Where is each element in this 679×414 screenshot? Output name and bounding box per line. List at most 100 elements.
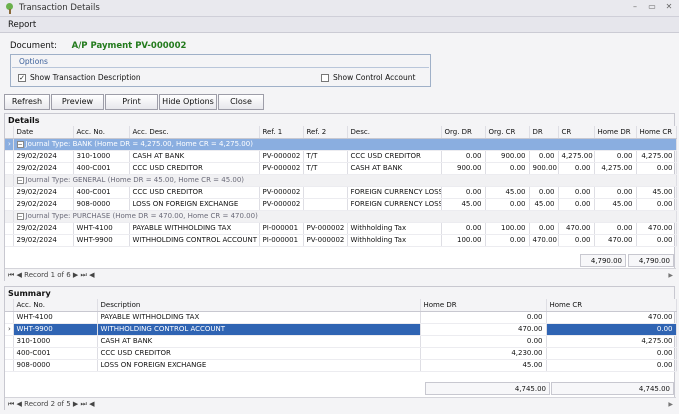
show-description-checkbox[interactable]: ✓ Show Transaction Description	[18, 73, 141, 82]
cell-home-dr: 45.00	[420, 359, 547, 372]
cell-org-dr: 0.00	[441, 150, 486, 163]
preview-button[interactable]: Preview	[51, 94, 104, 110]
cell-acc-desc: CCC USD CREDITOR	[129, 186, 260, 199]
cell-org-cr: 0.00	[485, 198, 530, 211]
prev-record-icon[interactable]: ◀	[17, 271, 22, 279]
col-desc[interactable]: Desc.	[347, 126, 442, 139]
details-total-home-cr: 4,790.00	[628, 254, 674, 267]
table-row[interactable]: 29/02/2024 400-C001 CCC USD CREDITOR PV-…	[5, 186, 677, 199]
cell-desc: FOREIGN CURRENCY LOSS	[347, 186, 442, 199]
table-row[interactable]: 29/02/2024 WHT-9900 WITHHOLDING CONTROL …	[5, 234, 677, 247]
cell-org-cr: 0.00	[485, 234, 530, 247]
col-home-dr[interactable]: Home DR	[420, 299, 547, 312]
cell-home-cr: 0.00	[636, 198, 677, 211]
col-acc-no[interactable]: Acc. No.	[73, 126, 130, 139]
col-date[interactable]: Date	[13, 126, 74, 139]
cell-home-dr: 4,230.00	[420, 347, 547, 360]
cell-acc-no: 310-1000	[13, 335, 98, 348]
cell-ref2: PV-000002	[303, 222, 348, 235]
group-row-bank[interactable]: › − Journal Type: BANK (Home DR = 4,275.0…	[5, 138, 677, 151]
cell-home-dr: 0.00	[420, 311, 547, 324]
table-row[interactable]: 400-C001 CCC USD CREDITOR 4,230.00 0.00	[5, 347, 677, 360]
maximize-button[interactable]: ▭	[646, 2, 658, 11]
cell-home-dr: 45.00	[594, 198, 637, 211]
table-row-selected[interactable]: › WHT-9900 WITHHOLDING CONTROL ACCOUNT 4…	[5, 323, 677, 336]
print-button[interactable]: Print	[105, 94, 158, 110]
row-indicator-header	[5, 126, 14, 139]
col-acc-desc[interactable]: Acc. Desc.	[129, 126, 260, 139]
scroll-right-icon[interactable]: ▶	[668, 401, 673, 408]
summary-table: Acc. No. Description Home DR Home CR WHT…	[5, 299, 677, 372]
col-ref1[interactable]: Ref. 1	[259, 126, 304, 139]
col-ref2[interactable]: Ref. 2	[303, 126, 348, 139]
prev-record-icon[interactable]: ◀	[17, 400, 22, 408]
scroll-left-icon[interactable]: ◀	[89, 400, 94, 408]
group-row-general[interactable]: − Journal Type: GENERAL (Home DR = 45.00,…	[5, 174, 677, 187]
cell-ref2	[303, 198, 348, 211]
table-row[interactable]: 29/02/2024 310-1000 CASH AT BANK PV-0000…	[5, 150, 677, 163]
hide-options-button[interactable]: Hide Options	[159, 94, 217, 110]
details-record-text: Record 1 of 6	[24, 271, 71, 279]
cell-acc-no: 908-0000	[13, 359, 98, 372]
checkbox-empty-icon[interactable]	[321, 73, 329, 82]
summary-title: Summary	[5, 287, 674, 299]
cell-acc-no: WHT-4100	[13, 311, 98, 324]
details-panel: Details Date Acc. No. Acc. Desc. Ref. 1 …	[4, 113, 677, 281]
document-label: Document:	[10, 41, 57, 51]
cell-org-dr: 100.00	[441, 234, 486, 247]
cell-home-dr: 0.00	[594, 150, 637, 163]
cell-home-cr: 4,275.00	[636, 150, 677, 163]
cell-date: 29/02/2024	[13, 150, 74, 163]
col-home-dr[interactable]: Home DR	[594, 126, 637, 139]
cell-description: LOSS ON FOREIGN EXCHANGE	[97, 359, 421, 372]
cell-dr: 470.00	[529, 234, 559, 247]
col-home-cr[interactable]: Home CR	[546, 299, 677, 312]
refresh-button[interactable]: Refresh	[4, 94, 50, 110]
cell-ref1: PV-000002	[259, 150, 304, 163]
table-row[interactable]: 310-1000 CASH AT BANK 0.00 4,275.00	[5, 335, 677, 348]
col-acc-no[interactable]: Acc. No.	[13, 299, 98, 312]
document-number: A/P Payment PV-000002	[71, 41, 187, 51]
cell-home-dr: 470.00	[420, 323, 547, 336]
col-dr[interactable]: DR	[529, 126, 559, 139]
details-table: Date Acc. No. Acc. Desc. Ref. 1 Ref. 2 D…	[5, 126, 677, 247]
table-row[interactable]: 29/02/2024 WHT-4100 PAYABLE WITHHOLDING …	[5, 222, 677, 235]
cell-home-cr: 0.00	[636, 162, 677, 175]
cell-org-dr: 0.00	[441, 186, 486, 199]
scroll-right-icon[interactable]: ▶	[668, 272, 673, 279]
cell-date: 29/02/2024	[13, 234, 74, 247]
scroll-left-icon[interactable]: ◀	[89, 271, 94, 279]
collapse-icon[interactable]: −	[16, 212, 24, 220]
cell-org-cr: 45.00	[485, 186, 530, 199]
cell-home-cr: 0.00	[546, 323, 677, 336]
next-record-icon[interactable]: ▶	[73, 400, 78, 408]
summary-panel: Summary Acc. No. Description Home DR Hom…	[4, 286, 677, 410]
table-row[interactable]: 29/02/2024 908-0000 LOSS ON FOREIGN EXCH…	[5, 198, 677, 211]
cell-date: 29/02/2024	[13, 222, 74, 235]
close-window-button[interactable]: ✕	[663, 2, 675, 11]
table-row[interactable]: 908-0000 LOSS ON FOREIGN EXCHANGE 45.00 …	[5, 359, 677, 372]
col-description[interactable]: Description	[97, 299, 421, 312]
show-control-account-checkbox[interactable]: Show Control Account	[321, 73, 415, 82]
close-button[interactable]: Close	[218, 94, 264, 110]
col-home-cr[interactable]: Home CR	[636, 126, 677, 139]
table-row[interactable]: 29/02/2024 400-C001 CCC USD CREDITOR PV-…	[5, 162, 677, 175]
next-record-icon[interactable]: ▶	[73, 271, 78, 279]
minimize-button[interactable]: –	[629, 2, 641, 11]
last-record-icon[interactable]: ⏭	[81, 400, 87, 409]
collapse-icon[interactable]: −	[16, 176, 24, 184]
col-org-dr[interactable]: Org. DR	[441, 126, 486, 139]
last-record-icon[interactable]: ⏭	[81, 271, 87, 280]
first-record-icon[interactable]: ⏮	[8, 271, 14, 280]
collapse-icon[interactable]: −	[16, 140, 24, 148]
cell-acc-no: 310-1000	[73, 150, 130, 163]
col-org-cr[interactable]: Org. CR	[485, 126, 530, 139]
checkbox-check-icon[interactable]: ✓	[18, 73, 26, 82]
first-record-icon[interactable]: ⏮	[8, 400, 14, 409]
group-label: Journal Type: BANK (Home DR = 4,275.00, …	[25, 140, 253, 148]
table-row[interactable]: WHT-4100 PAYABLE WITHHOLDING TAX 0.00 47…	[5, 311, 677, 324]
group-row-purchase[interactable]: − Journal Type: PURCHASE (Home DR = 470.0…	[5, 210, 677, 223]
cell-home-cr: 0.00	[546, 359, 677, 372]
col-cr[interactable]: CR	[558, 126, 595, 139]
cell-dr: 900.00	[529, 162, 559, 175]
